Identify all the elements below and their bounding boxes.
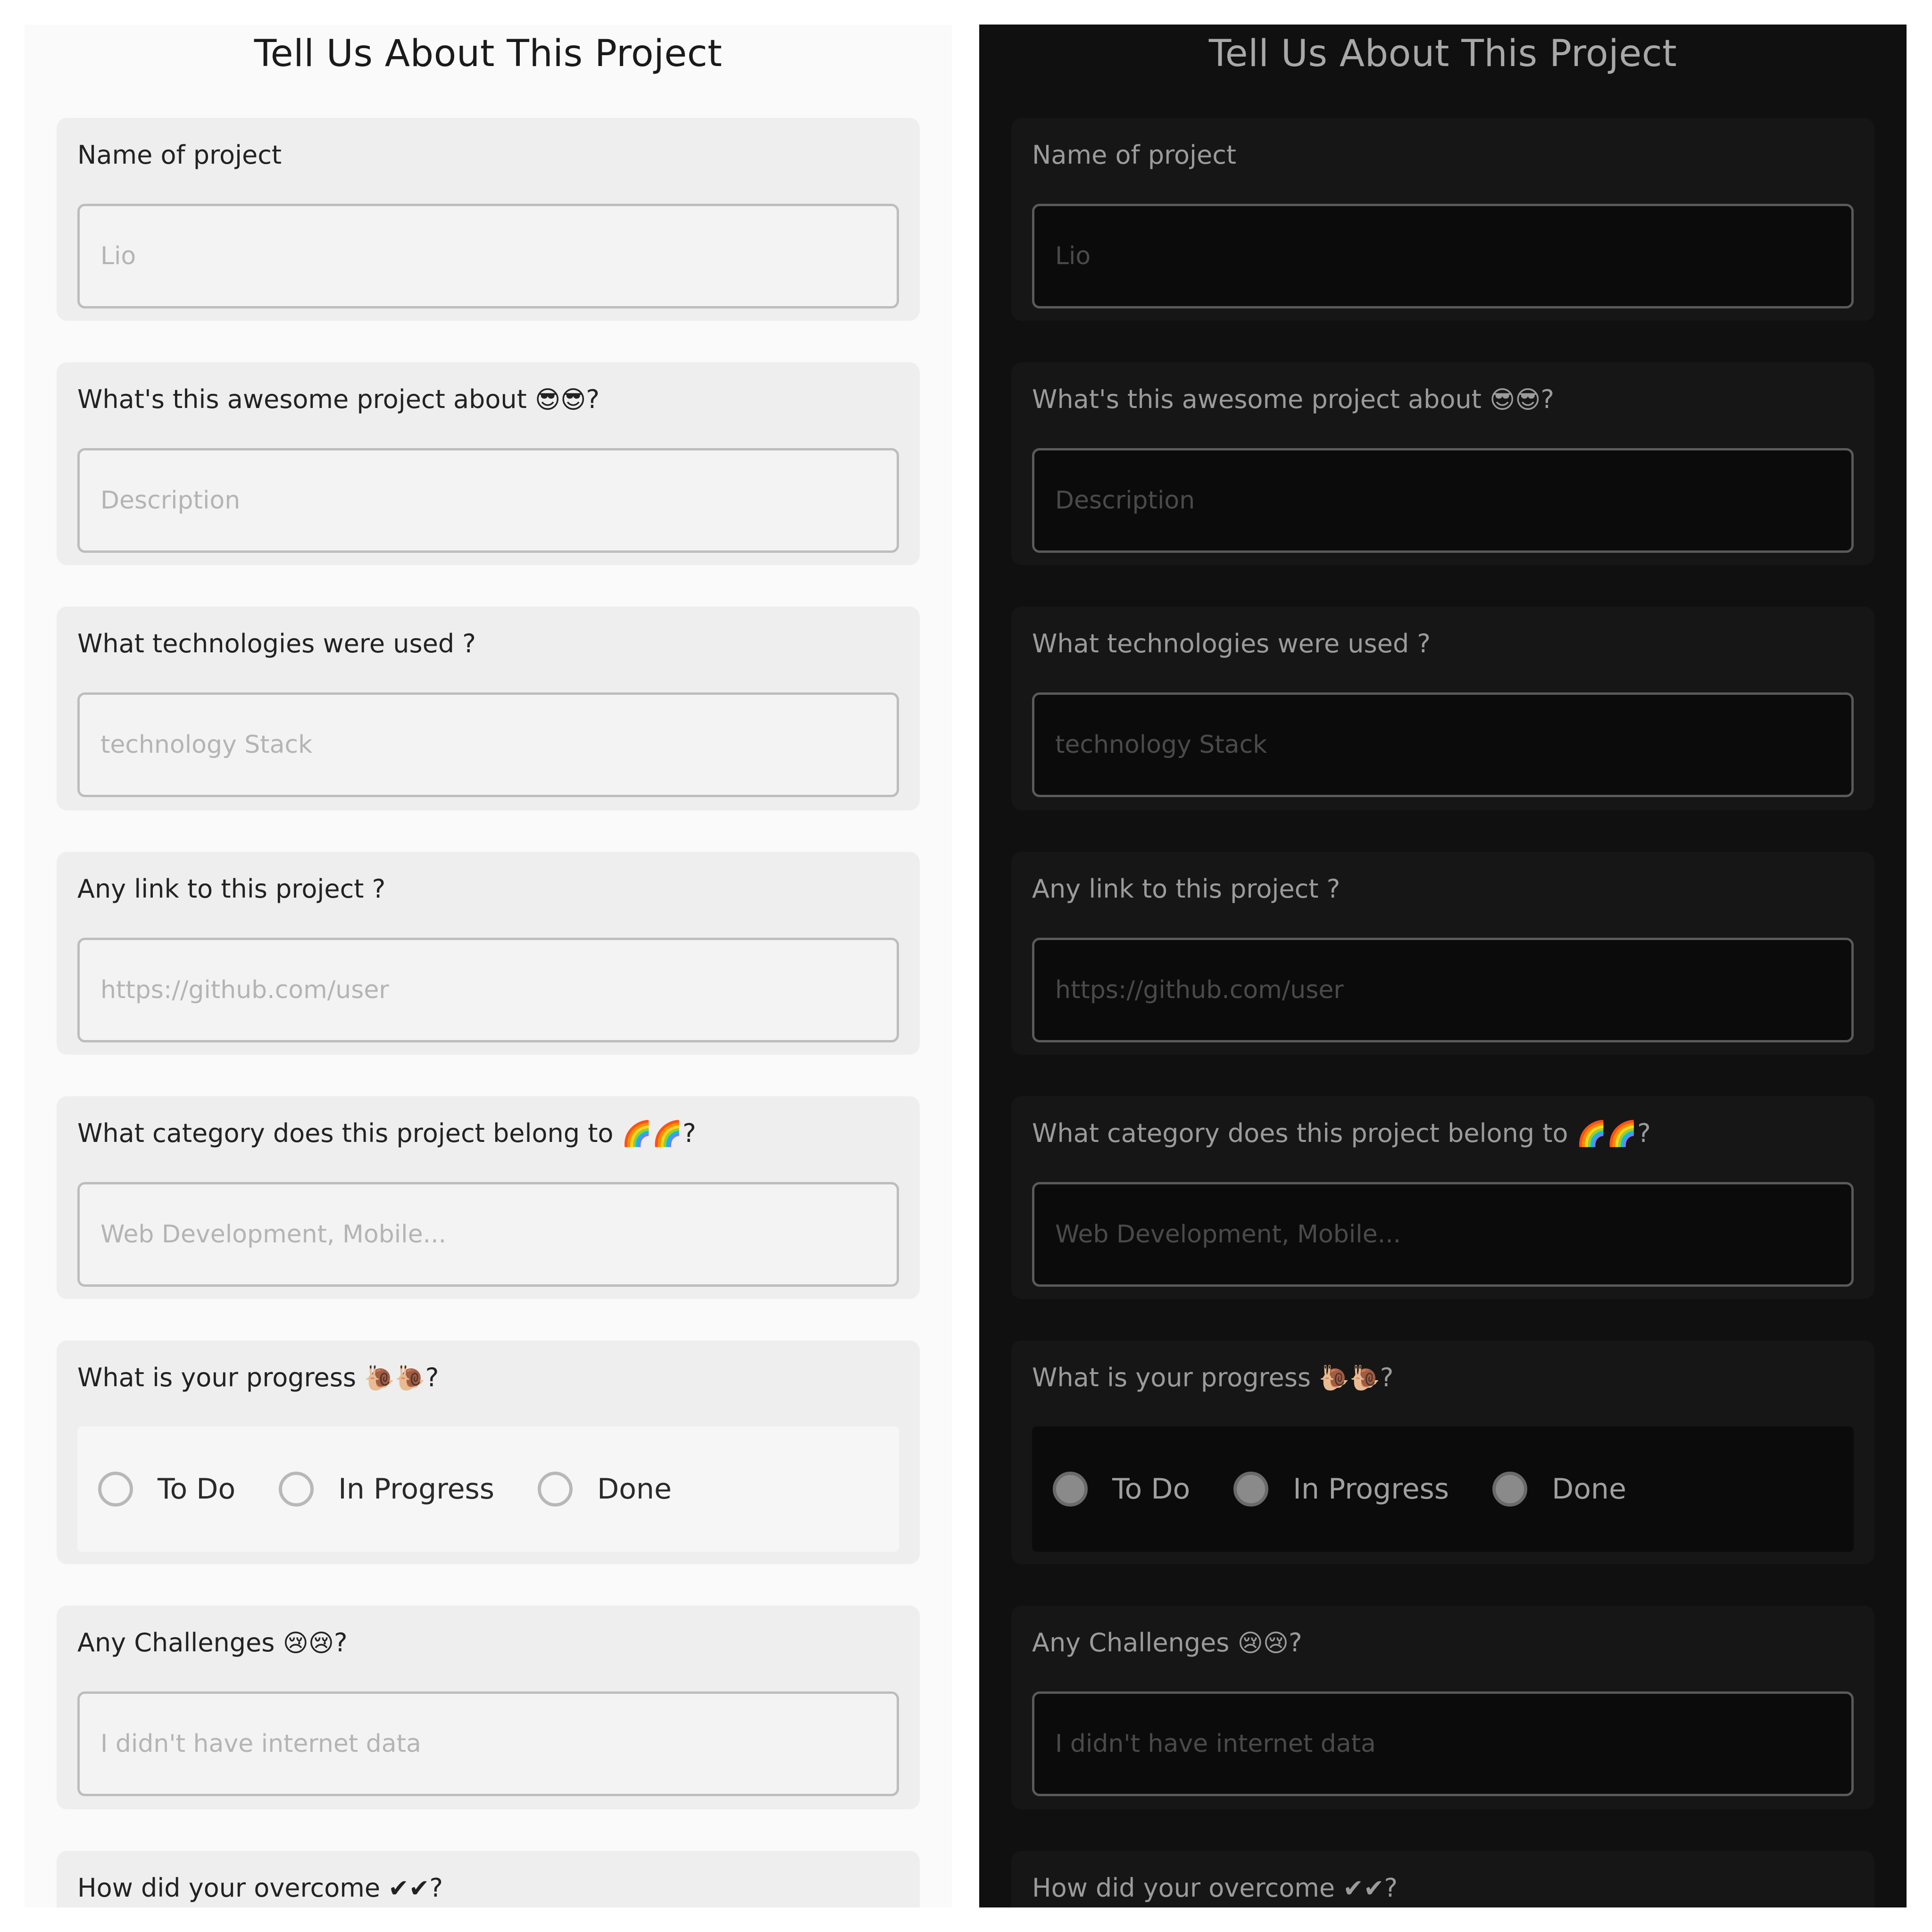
card-link: Any link to this project ? https://githu…	[1011, 852, 1874, 1055]
project-name-input[interactable]: Lio	[77, 204, 899, 308]
placeholder-text: I didn't have internet data	[100, 1730, 421, 1758]
label-technologies: What technologies were used ?	[77, 629, 476, 658]
placeholder-text: I didn't have internet data	[1055, 1730, 1376, 1758]
crying-emoji-icon: 😢😢	[1237, 1629, 1289, 1657]
card-category: What category does this project belong t…	[1011, 1096, 1874, 1299]
light-theme-screen: Tell Us About This Project Name of proje…	[25, 25, 952, 1907]
card-description: What's this awesome project about 😎😎? De…	[1011, 362, 1874, 565]
card-project-name: Name of project Lio	[1011, 118, 1874, 321]
link-input[interactable]: https://github.com/user	[1032, 938, 1854, 1042]
label-description: What's this awesome project about 😎😎?	[77, 384, 600, 414]
snail-emoji-icon: 🐌🐌	[364, 1364, 425, 1392]
technologies-input[interactable]: technology Stack	[1032, 692, 1854, 797]
sunglasses-emoji-icon: 😎😎	[1489, 386, 1541, 414]
category-input[interactable]: Web Development, Mobile...	[1032, 1182, 1854, 1287]
card-link: Any link to this project ? https://githu…	[57, 852, 920, 1055]
label-project-name: Name of project	[1032, 140, 1237, 170]
check-mark-emoji-icon: ✔✔	[388, 1874, 430, 1903]
card-challenges: Any Challenges 😢😢? I didn't have interne…	[1011, 1606, 1874, 1809]
page-title: Tell Us About This Project	[254, 33, 723, 75]
card-project-name: Name of project Lio	[57, 118, 920, 321]
radio-option-done[interactable]: Done	[538, 1472, 672, 1507]
placeholder-text: technology Stack	[100, 731, 313, 759]
dark-theme-screen: Tell Us About This Project Name of proje…	[979, 25, 1907, 1907]
comparison-stage: Tell Us About This Project Name of proje…	[0, 0, 1932, 1932]
label-link: Any link to this project ?	[1032, 874, 1341, 904]
radio-button[interactable]	[1053, 1472, 1088, 1507]
snail-emoji-icon: 🐌🐌	[1319, 1364, 1380, 1392]
label-link: Any link to this project ?	[77, 874, 386, 904]
placeholder-text: Description	[1055, 486, 1195, 515]
placeholder-text: https://github.com/user	[1055, 976, 1344, 1004]
page-title: Tell Us About This Project	[1208, 33, 1677, 75]
card-challenges: Any Challenges 😢😢? I didn't have interne…	[57, 1606, 920, 1809]
progress-radio-group: To Do In Progress Done	[1032, 1426, 1854, 1552]
card-category: What category does this project belong t…	[57, 1096, 920, 1299]
placeholder-text: https://github.com/user	[100, 976, 389, 1004]
radio-option-in-progress[interactable]: In Progress	[279, 1472, 494, 1507]
card-overcome: How did your overcome ✔✔?	[1011, 1851, 1874, 1907]
radio-option-todo[interactable]: To Do	[1053, 1472, 1190, 1507]
challenges-input[interactable]: I didn't have internet data	[1032, 1691, 1854, 1796]
check-mark-emoji-icon: ✔✔	[1343, 1874, 1384, 1903]
radio-button[interactable]	[1233, 1472, 1269, 1507]
label-category: What category does this project belong t…	[77, 1118, 696, 1148]
label-category: What category does this project belong t…	[1032, 1118, 1651, 1148]
category-input[interactable]: Web Development, Mobile...	[77, 1182, 899, 1287]
sunglasses-emoji-icon: 😎😎	[534, 386, 586, 414]
project-name-input[interactable]: Lio	[1032, 204, 1854, 308]
placeholder-text: Lio	[100, 242, 136, 270]
radio-option-done[interactable]: Done	[1492, 1472, 1626, 1507]
label-description: What's this awesome project about 😎😎?	[1032, 384, 1555, 414]
card-progress: What is your progress 🐌🐌? To Do In Progr…	[57, 1341, 920, 1564]
progress-radio-group: To Do In Progress Done	[77, 1426, 899, 1552]
label-challenges: Any Challenges 😢😢?	[1032, 1628, 1302, 1657]
technologies-input[interactable]: technology Stack	[77, 692, 899, 797]
description-input[interactable]: Description	[1032, 448, 1854, 553]
placeholder-text: Lio	[1055, 242, 1091, 270]
placeholder-text: Web Development, Mobile...	[1055, 1220, 1401, 1249]
radio-button[interactable]	[1492, 1472, 1528, 1507]
radio-button[interactable]	[279, 1472, 314, 1507]
rainbow-emoji-icon: 🌈🌈	[1576, 1120, 1638, 1148]
placeholder-text: Web Development, Mobile...	[100, 1220, 447, 1249]
radio-button[interactable]	[538, 1472, 573, 1507]
card-technologies: What technologies were used ? technology…	[57, 607, 920, 810]
label-challenges: Any Challenges 😢😢?	[77, 1628, 348, 1657]
label-technologies: What technologies were used ?	[1032, 629, 1431, 658]
crying-emoji-icon: 😢😢	[283, 1629, 334, 1657]
radio-option-todo[interactable]: To Do	[98, 1472, 235, 1507]
link-input[interactable]: https://github.com/user	[77, 938, 899, 1042]
card-progress: What is your progress 🐌🐌? To Do In Progr…	[1011, 1341, 1874, 1564]
card-description: What's this awesome project about 😎😎? De…	[57, 362, 920, 565]
label-project-name: Name of project	[77, 140, 282, 170]
card-overcome: How did your overcome ✔✔?	[57, 1851, 920, 1907]
label-overcome: How did your overcome ✔✔?	[77, 1873, 443, 1903]
radio-button[interactable]	[98, 1472, 133, 1507]
card-technologies: What technologies were used ? technology…	[1011, 607, 1874, 810]
challenges-input[interactable]: I didn't have internet data	[77, 1691, 899, 1796]
radio-option-in-progress[interactable]: In Progress	[1233, 1472, 1449, 1507]
description-input[interactable]: Description	[77, 448, 899, 553]
placeholder-text: Description	[100, 486, 241, 515]
label-overcome: How did your overcome ✔✔?	[1032, 1873, 1398, 1903]
placeholder-text: technology Stack	[1055, 731, 1267, 759]
rainbow-emoji-icon: 🌈🌈	[621, 1120, 683, 1148]
label-progress: What is your progress 🐌🐌?	[77, 1363, 439, 1392]
label-progress: What is your progress 🐌🐌?	[1032, 1363, 1394, 1392]
